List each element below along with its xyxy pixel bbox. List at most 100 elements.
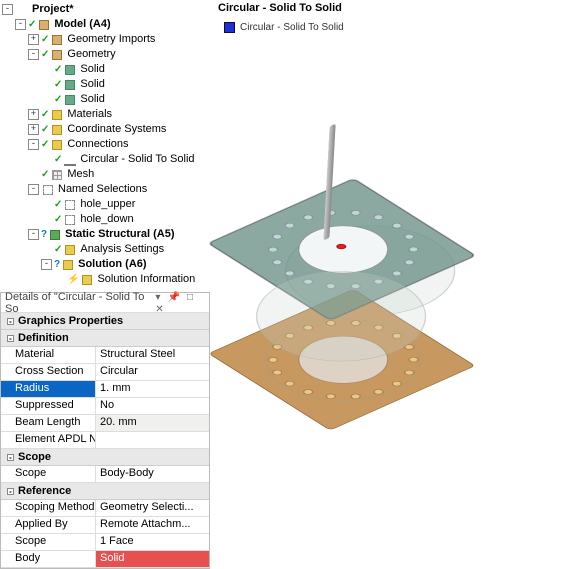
bolt-hole (390, 222, 404, 229)
collapse-icon[interactable]: - (28, 184, 39, 195)
collapse-icon[interactable]: - (7, 318, 14, 325)
tree-item[interactable]: +✓Geometry Imports (2, 32, 198, 47)
tree-item[interactable]: -Named Selections (2, 182, 198, 197)
selection-icon (63, 213, 77, 227)
bolt-hole (301, 388, 315, 395)
tree-item[interactable]: ✓hole_upper (2, 197, 198, 212)
tree-item[interactable]: ✓Mesh (2, 167, 198, 182)
property-value[interactable]: Remote Attachm... (96, 517, 209, 533)
tree-item-label: hole_down (80, 212, 133, 227)
collapse-icon[interactable]: - (41, 259, 52, 270)
solid-body-icon (63, 63, 77, 77)
tree-item[interactable]: ✓Solid (2, 62, 198, 77)
property-value[interactable]: 20. mm (96, 415, 209, 431)
folder-icon (50, 108, 64, 122)
expand-icon[interactable]: + (28, 34, 39, 45)
property-value[interactable]: Circular (96, 364, 209, 380)
property-row[interactable]: Radius1. mm (1, 381, 209, 398)
tree-item[interactable]: ✓Circular - Solid To Solid (2, 152, 198, 167)
beam-shaft[interactable] (323, 124, 335, 241)
model-iso-view[interactable] (220, 50, 570, 450)
property-row[interactable]: BodySolid (1, 551, 209, 568)
popout-icon[interactable]: □ (187, 292, 193, 303)
viewport-title: Circular - Solid To Solid (218, 2, 342, 14)
property-row[interactable]: Scoping MethodGeometry Selecti... (1, 500, 209, 517)
tree-item[interactable]: -✓Geometry (2, 47, 198, 62)
property-category[interactable]: -Graphics Properties (1, 313, 209, 330)
expand-icon[interactable]: + (28, 124, 39, 135)
bolt-hole (301, 214, 315, 221)
property-value[interactable]: Geometry Selecti... (96, 500, 209, 516)
property-key: Suppressed (1, 398, 96, 414)
tree-item[interactable]: -✓Connections (2, 137, 198, 152)
bolt-hole (371, 214, 385, 221)
tree-item[interactable]: +✓Coordinate Systems (2, 122, 198, 137)
property-row[interactable]: Element APDL Name (1, 432, 209, 449)
legend-swatch (224, 22, 235, 33)
property-category[interactable]: -Reference (1, 483, 209, 500)
tree-item-label: hole_upper (80, 197, 135, 212)
tree-item-label: Analysis Settings (80, 242, 164, 257)
property-category[interactable]: -Scope (1, 449, 209, 466)
tree-item[interactable]: ✓Solid (2, 77, 198, 92)
property-value[interactable]: Solid (96, 551, 209, 567)
collapse-icon[interactable]: - (28, 49, 39, 60)
checkmark-icon: ✓ (41, 47, 49, 62)
property-key: Scope (1, 466, 96, 482)
mesh-icon (50, 168, 64, 182)
bolt-hole (402, 369, 416, 376)
expand-icon[interactable]: + (28, 109, 39, 120)
collapse-icon[interactable]: - (2, 4, 13, 15)
property-key: Cross Section (1, 364, 96, 380)
property-row[interactable]: ScopeBody-Body (1, 466, 209, 483)
bolt-hole (266, 356, 280, 363)
tree-item[interactable]: ⚡Solution Information (2, 272, 198, 287)
tree-item[interactable]: +✓Materials (2, 107, 198, 122)
property-row[interactable]: Cross SectionCircular (1, 364, 209, 381)
bolt-hole (406, 356, 420, 363)
bolt-hole (270, 233, 284, 240)
tree-item[interactable]: ✓Solid (2, 92, 198, 107)
collapse-icon[interactable]: - (7, 335, 14, 342)
property-value[interactable]: Structural Steel (96, 347, 209, 363)
question-icon: ? (54, 257, 60, 272)
dropdown-icon[interactable]: ▾ (155, 292, 160, 303)
checkmark-icon: ✓ (28, 17, 36, 32)
checkmark-icon: ✓ (41, 107, 49, 122)
pin-icon[interactable]: 📌 (167, 292, 179, 303)
tree-item[interactable]: -Project* (2, 2, 198, 17)
property-key: Element APDL Name (1, 432, 96, 448)
tree-item-label: Solid (80, 62, 104, 77)
property-row[interactable]: MaterialStructural Steel (1, 347, 209, 364)
folder-icon (80, 273, 94, 287)
property-row[interactable]: Beam Length20. mm (1, 415, 209, 432)
property-row[interactable]: SuppressedNo (1, 398, 209, 415)
tree-item[interactable]: -✓Model (A4) (2, 17, 198, 32)
checkmark-icon: ✓ (41, 32, 49, 47)
property-row[interactable]: Scope1 Face (1, 534, 209, 551)
graphics-viewport[interactable]: Circular - Solid To Solid Circular - Sol… (210, 0, 579, 520)
tree-item[interactable]: -? Solution (A6) (2, 257, 198, 272)
collapse-icon[interactable]: - (7, 488, 14, 495)
collapse-icon[interactable]: - (28, 229, 39, 240)
checkmark-icon: ✓ (54, 212, 62, 227)
collapse-icon[interactable]: - (7, 454, 14, 461)
property-key: Beam Length (1, 415, 96, 431)
property-value[interactable] (96, 432, 209, 448)
details-panel[interactable]: Details of "Circular - Solid To So ▾ 📌 □… (0, 292, 210, 569)
collapse-icon[interactable]: - (28, 139, 39, 150)
bolt-hole (390, 380, 404, 387)
tree-item-label: Solution (A6) (78, 257, 146, 272)
property-category[interactable]: -Definition (1, 330, 209, 347)
cube-icon (37, 18, 51, 32)
property-value[interactable]: Body-Body (96, 466, 209, 482)
property-value[interactable]: 1 Face (96, 534, 209, 550)
property-value[interactable]: 1. mm (96, 381, 209, 397)
close-icon[interactable]: ✕ (155, 304, 163, 315)
collapse-icon[interactable]: - (15, 19, 26, 30)
connection-pivot-icon (334, 243, 348, 250)
folder-icon (61, 258, 75, 272)
environment-icon (48, 228, 62, 242)
checkmark-icon: ✓ (41, 122, 49, 137)
property-value[interactable]: No (96, 398, 209, 414)
